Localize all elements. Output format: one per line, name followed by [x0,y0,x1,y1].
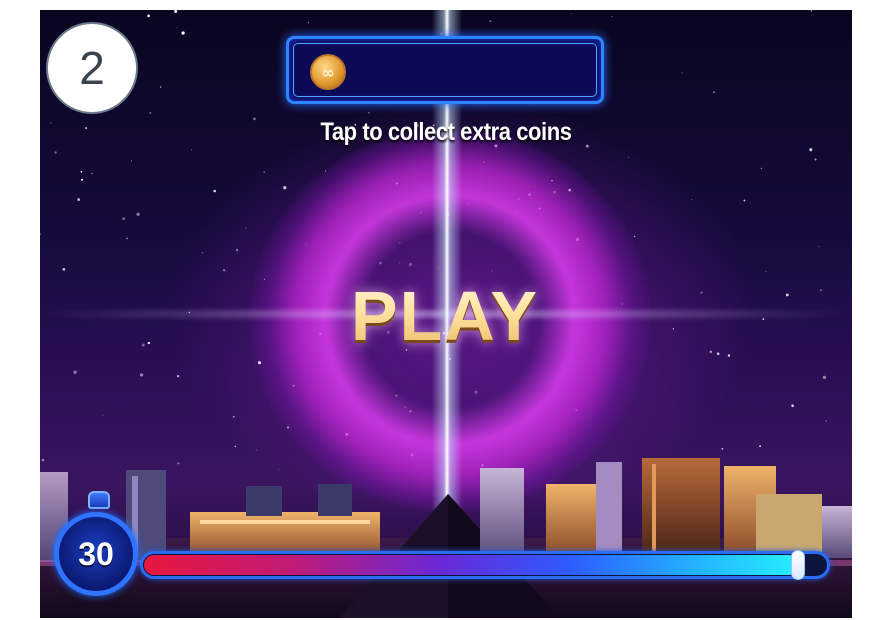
star [149,112,152,114]
game-screen[interactable]: ∞ Tap to collect extra coins PLAY 30 [40,10,852,618]
star [80,178,84,181]
star [213,189,216,193]
star [77,198,80,201]
star [126,237,128,240]
star [765,270,767,273]
star [176,374,180,378]
star [80,170,83,173]
star [307,22,309,24]
star [809,148,813,152]
timer-value: 30 [78,535,114,572]
star [762,318,765,320]
star [232,415,235,418]
star [253,117,256,121]
star [570,13,572,15]
star [235,248,239,252]
star [634,235,636,238]
star [201,251,204,254]
star [713,91,715,93]
star [245,227,247,229]
star [190,149,192,151]
star [62,267,66,271]
star [743,199,746,202]
star [263,171,266,174]
star [791,404,794,408]
star [174,10,178,13]
star [50,122,52,124]
star [759,445,761,447]
star [691,199,693,201]
star [181,31,185,35]
play-button[interactable]: PLAY [295,276,595,356]
star [122,217,126,220]
star [810,10,813,12]
star [814,158,817,161]
star [727,354,731,357]
star [367,111,370,114]
star [611,16,613,18]
star [825,420,827,422]
star [222,269,226,272]
star [672,328,675,330]
star [700,291,703,294]
star [709,350,712,353]
time-progress-knob [791,550,805,580]
star [489,20,492,22]
star [140,373,144,377]
star [822,375,827,380]
collect-coins-hint: Tap to collect extra coins [320,118,572,146]
countdown-timer: 30 [54,512,138,596]
star [102,414,104,416]
star [91,172,93,175]
star [176,26,178,28]
time-progress-fill [144,555,799,575]
star [159,86,162,88]
infinity-coin-icon: ∞ [310,54,346,90]
star [141,343,145,347]
star [820,289,822,292]
star [283,186,287,190]
star [147,14,150,18]
star [681,72,683,74]
stopwatch-icon [88,491,110,509]
star [73,370,77,374]
city-skyline [40,458,852,618]
star [54,151,57,154]
star [785,293,789,297]
star [234,445,237,448]
star [136,212,140,216]
star [147,341,150,345]
star [130,160,133,162]
step-number: 2 [79,42,105,94]
star [628,156,630,158]
star [760,167,763,170]
step-number-badge: 2 [46,22,138,114]
star [818,246,820,248]
star [40,233,42,236]
star [85,127,88,130]
star [716,352,720,355]
